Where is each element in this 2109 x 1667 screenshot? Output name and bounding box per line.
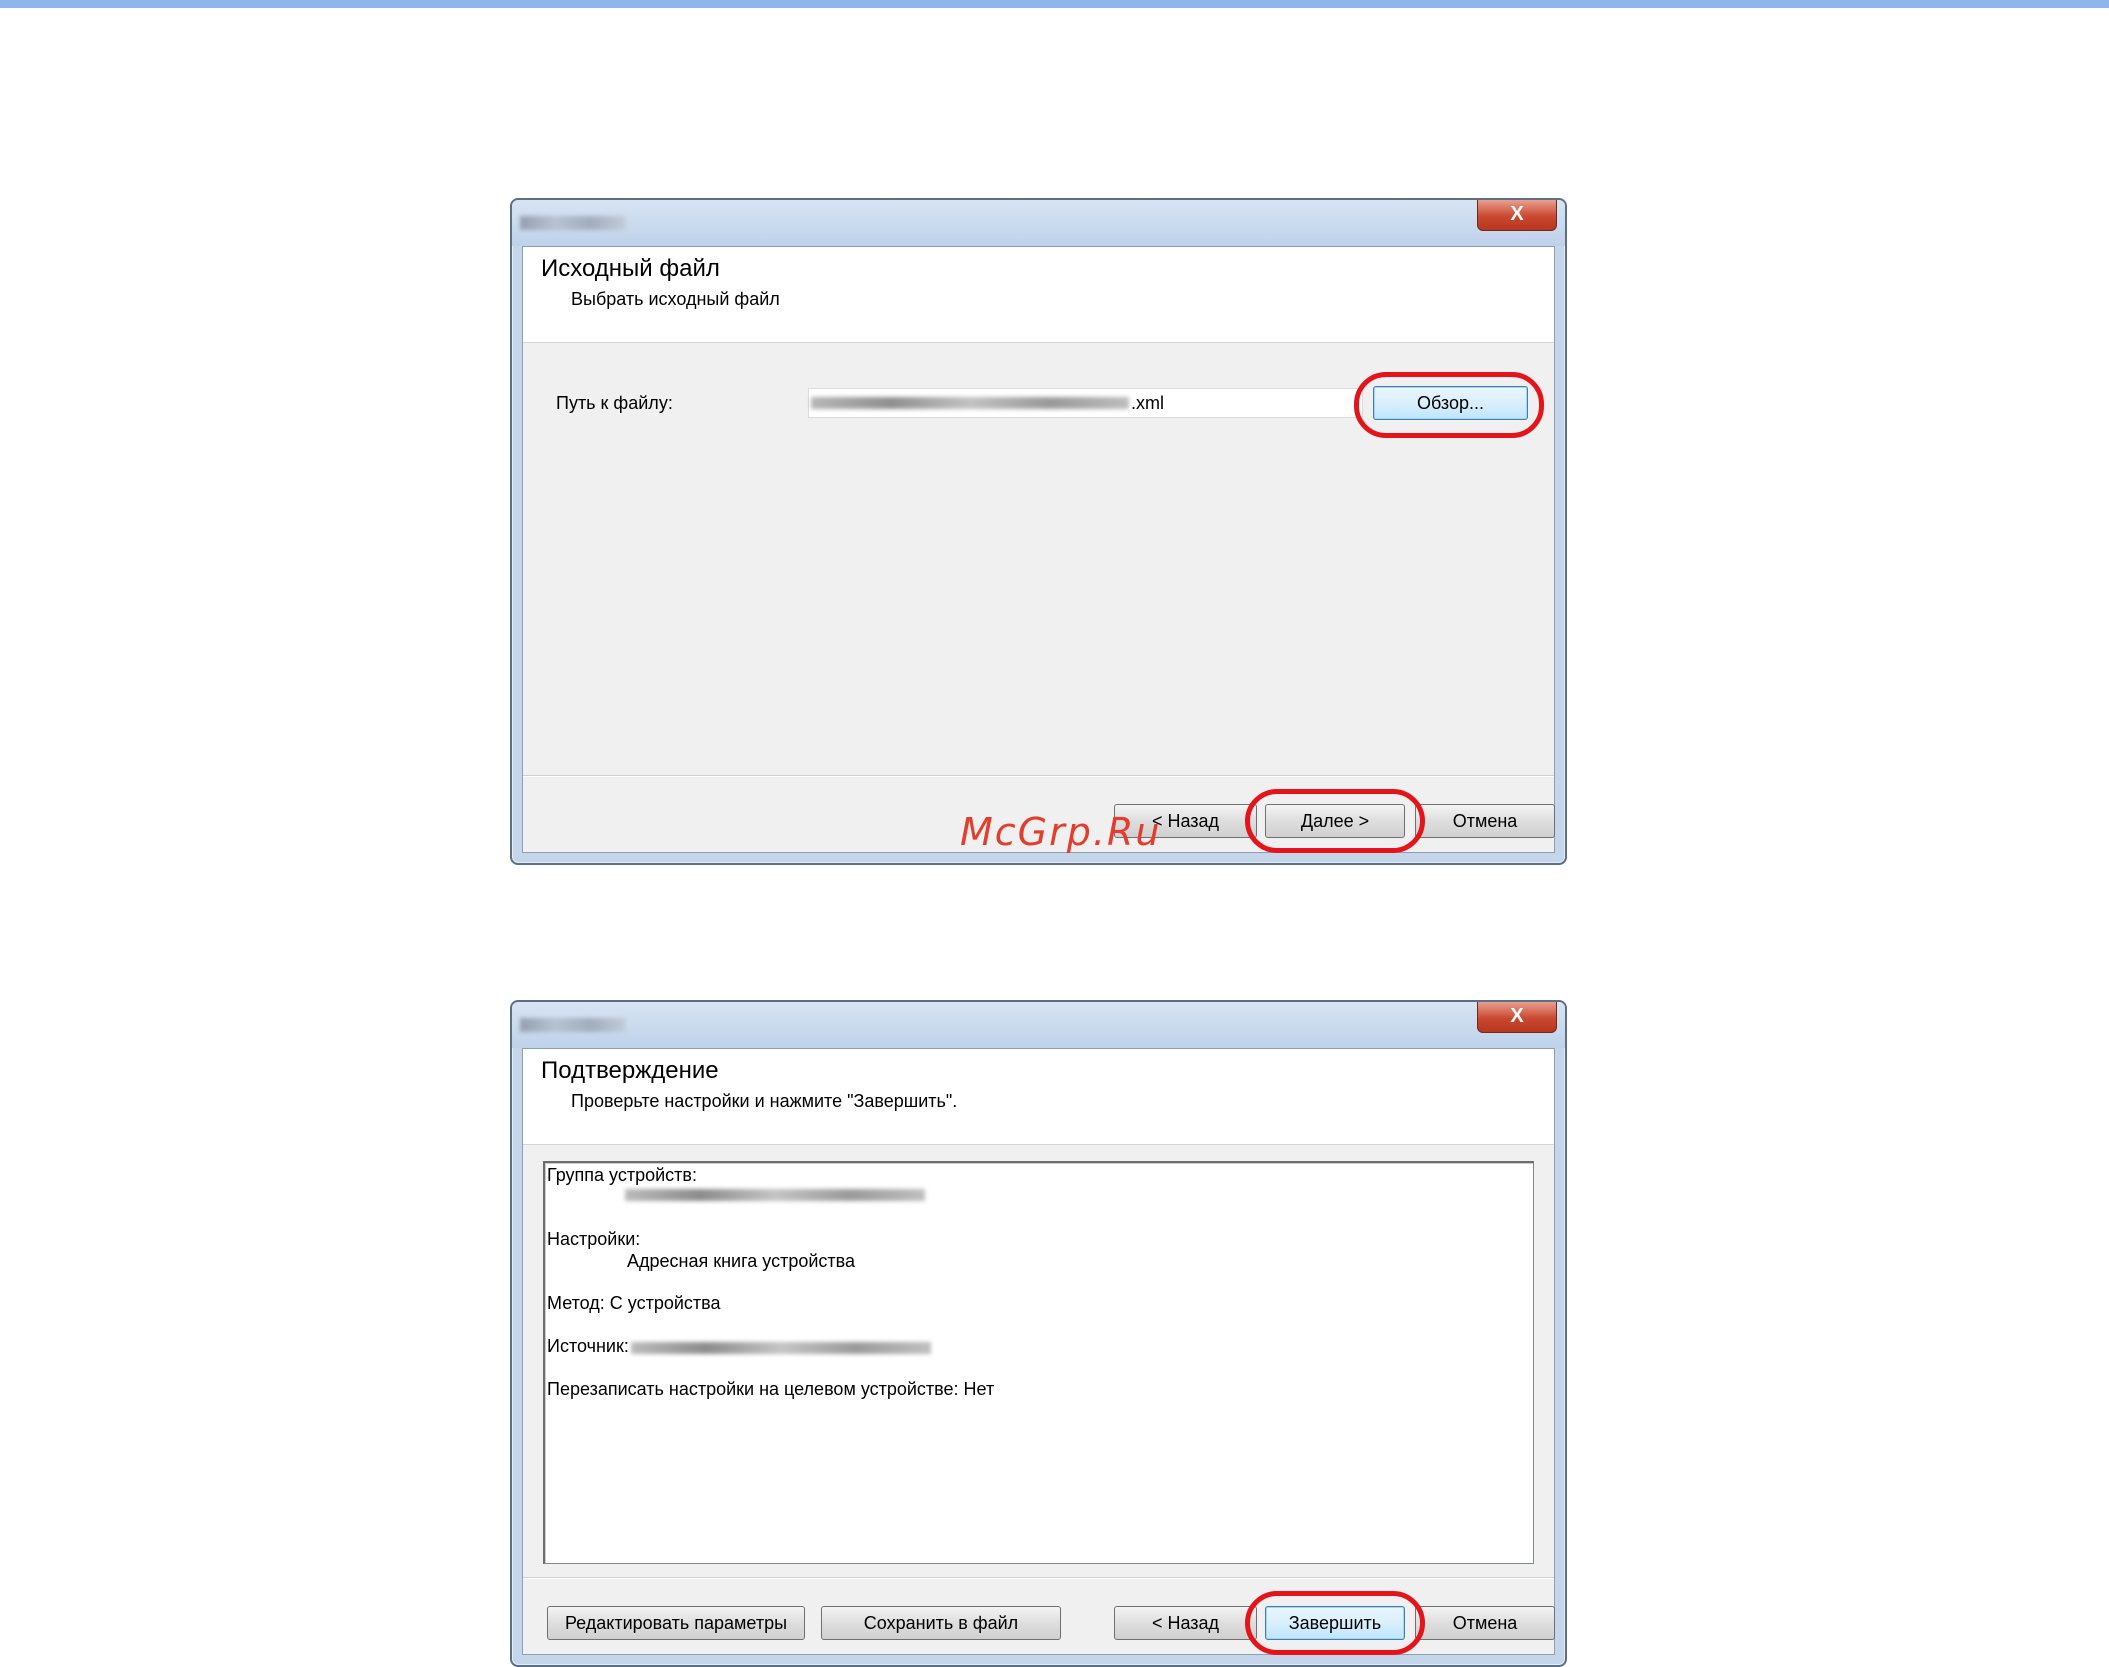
back-button[interactable]: < Назад — [1114, 1606, 1257, 1640]
close-button[interactable]: X — [1477, 1002, 1557, 1033]
overwrite-line: Перезаписать настройки на целевом устрой… — [547, 1379, 995, 1399]
path-extension: .xml — [1131, 393, 1164, 413]
file-path-label: Путь к файлу: — [556, 393, 673, 413]
source-file-dialog: X Исходный файл Выбрать исходный файл Пу… — [510, 198, 1567, 865]
footer-separator — [523, 1577, 1554, 1579]
device-group-label: Группа устройств: — [547, 1165, 697, 1185]
edit-parameters-button[interactable]: Редактировать параметры — [547, 1606, 805, 1640]
cancel-button[interactable]: Отмена — [1415, 804, 1555, 838]
top-accent-bar — [0, 0, 2109, 8]
settings-value: Адресная книга устройства — [627, 1251, 856, 1271]
footer-separator — [523, 775, 1554, 777]
title-bar[interactable]: X — [512, 200, 1565, 246]
watermark-text: McGrp.Ru — [960, 810, 1162, 854]
blurred-window-title — [520, 1018, 626, 1032]
dialog-client-area: Подтверждение Проверьте настройки и нажм… — [522, 1048, 1555, 1655]
save-to-file-button[interactable]: Сохранить в файл — [821, 1606, 1061, 1640]
confirmation-dialog: X Подтверждение Проверьте настройки и на… — [510, 1000, 1567, 1667]
dialog-client-area: Исходный файл Выбрать исходный файл Путь… — [522, 246, 1555, 853]
highlight-circle-finish — [1245, 1591, 1425, 1655]
title-bar[interactable]: X — [512, 1002, 1565, 1048]
highlight-circle-next — [1245, 789, 1425, 853]
blurred-source — [631, 1342, 931, 1354]
dialog-header: Подтверждение Проверьте настройки и нажм… — [523, 1049, 1554, 1145]
blurred-device-group — [625, 1189, 925, 1201]
page-title: Исходный файл — [541, 255, 720, 282]
cancel-button[interactable]: Отмена — [1415, 1606, 1555, 1640]
settings-label: Настройки: — [547, 1229, 641, 1249]
dialog-header: Исходный файл Выбрать исходный файл — [523, 247, 1554, 343]
page-subtitle: Проверьте настройки и нажмите "Завершить… — [571, 1091, 958, 1111]
close-button[interactable]: X — [1477, 200, 1557, 231]
file-path-input[interactable]: .xml — [808, 388, 1363, 418]
method-line: Метод: С устройства — [547, 1293, 721, 1313]
source-label: Источник: — [547, 1336, 629, 1356]
page-title: Подтверждение — [541, 1057, 719, 1084]
highlight-circle-browse — [1354, 372, 1544, 438]
blurred-window-title — [520, 216, 626, 230]
blurred-path — [811, 397, 1129, 409]
settings-summary-box[interactable]: Группа устройств: Настройки: Адресная кн… — [543, 1161, 1534, 1564]
page-subtitle: Выбрать исходный файл — [571, 289, 780, 309]
